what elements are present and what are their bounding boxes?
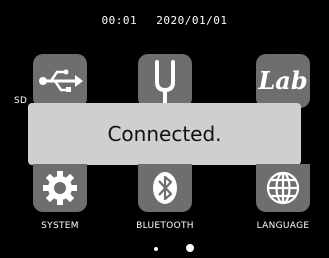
menu-label-system: SYSTEM (41, 221, 79, 231)
globe-icon (266, 171, 300, 205)
status-date: 2020/01/01 (156, 14, 228, 27)
lab-icon: Lab (258, 66, 308, 95)
menu-item-lab[interactable]: Lab (256, 54, 310, 108)
status-bar: 00:01 2020/01/01 (0, 14, 329, 27)
page-dot-1[interactable] (154, 247, 158, 251)
menu-label-language: LANGUAGE (256, 221, 310, 231)
usb-icon (39, 69, 83, 92)
connected-toast: Connected. (28, 103, 301, 165)
menu-item-system[interactable] (33, 164, 87, 212)
bluetooth-icon (153, 172, 177, 204)
page-indicator (0, 244, 329, 258)
menu-item-tuner[interactable] (138, 54, 192, 108)
page-dot-2-active[interactable] (186, 244, 194, 252)
tuning-fork-icon (155, 60, 175, 104)
menu-item-sd[interactable] (33, 54, 87, 108)
menu-label-bluetooth: BLUETOOTH (136, 221, 194, 231)
toast-message: Connected. (107, 122, 222, 146)
device-screen: 00:01 2020/01/01 Lab SD Connected. SYSTE… (0, 0, 329, 258)
gear-icon (43, 171, 77, 205)
menu-item-bluetooth[interactable] (138, 164, 192, 212)
status-time: 00:01 (101, 14, 138, 27)
menu-item-language[interactable] (256, 164, 310, 212)
